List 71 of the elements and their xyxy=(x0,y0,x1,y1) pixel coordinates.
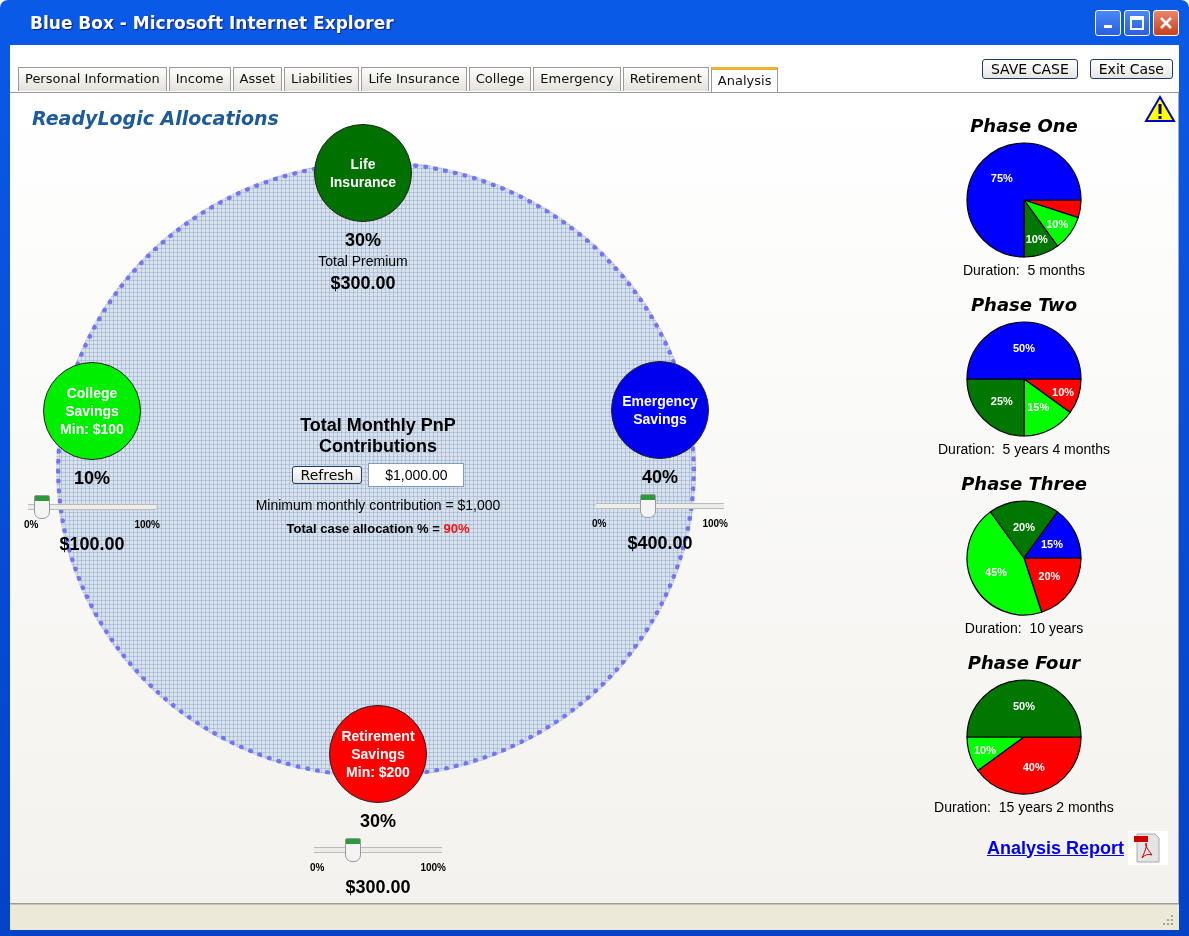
max-label: 100% xyxy=(134,519,160,530)
slice-label: 20% xyxy=(1038,570,1061,583)
phase-title: Phase One xyxy=(970,115,1078,136)
min-label: 0% xyxy=(310,862,325,873)
page-heading: ReadyLogic Allocations xyxy=(32,107,279,129)
refresh-button[interactable]: Refresh xyxy=(291,466,363,484)
amount-text: $300.00 xyxy=(345,877,411,898)
contribution-field[interactable]: $1,000.00 xyxy=(368,463,465,487)
slider-thumb[interactable] xyxy=(345,838,362,862)
amount-text: $100.00 xyxy=(59,534,125,555)
percent-text: 40% xyxy=(642,467,678,488)
tab[interactable]: Personal Information xyxy=(18,67,167,91)
slider-thumb[interactable] xyxy=(33,495,50,519)
warning-icon[interactable] xyxy=(1144,95,1176,123)
slider-track[interactable] xyxy=(28,495,156,519)
percent-text: 30% xyxy=(360,811,396,832)
slice-label: 10% xyxy=(973,743,996,756)
phase-title: Phase Four xyxy=(967,652,1081,673)
percent-text: 10% xyxy=(74,468,110,489)
slice-label: 10% xyxy=(1052,385,1075,398)
phase-title: Phase Three xyxy=(961,473,1087,494)
report-link[interactable]: Analysis Report xyxy=(986,837,1124,859)
minimum-text: Minimum monthly contribution = $1,000 xyxy=(255,497,501,513)
slice-label: 40% xyxy=(1022,760,1045,773)
min-label: 0% xyxy=(24,519,39,530)
duration-text: Duration: 5 years 4 months xyxy=(938,441,1110,457)
duration-text: Duration: 5 months xyxy=(962,262,1086,278)
close-icon xyxy=(1159,15,1173,30)
minimize-icon xyxy=(1104,25,1112,28)
resize-grip-icon[interactable] xyxy=(1161,913,1175,927)
allocation-text: Total case allocation % = 90% xyxy=(286,521,470,536)
contributions-title: Total Monthly PnP Contributions xyxy=(299,415,457,457)
slider-thumb[interactable] xyxy=(640,494,657,518)
slice-label: 10% xyxy=(1025,233,1048,246)
amount-text: $300.00 xyxy=(330,273,396,294)
tab[interactable]: Liabilities xyxy=(284,67,360,91)
amount-text: $400.00 xyxy=(627,533,693,554)
minimize-button[interactable] xyxy=(1095,9,1121,36)
slice-label: 45% xyxy=(985,566,1008,579)
tab[interactable]: Life Insurance xyxy=(361,67,467,91)
max-label: 100% xyxy=(702,518,728,529)
pdf-icon[interactable] xyxy=(1128,831,1168,865)
exit-button[interactable]: Exit Case xyxy=(1089,59,1173,79)
maximize-button[interactable] xyxy=(1124,9,1150,36)
slice-label: 25% xyxy=(990,395,1013,408)
slice-label: 75% xyxy=(990,171,1013,184)
tab[interactable]: Retirement xyxy=(622,67,709,91)
slider-track[interactable] xyxy=(596,494,724,518)
slice-label: 50% xyxy=(1012,699,1035,712)
slice-label: 10% xyxy=(1046,218,1069,231)
duration-text: Duration: 15 years 2 months xyxy=(934,799,1114,815)
tab[interactable]: Analysis xyxy=(710,67,779,93)
percent-text: 30% xyxy=(345,230,381,251)
maximize-icon xyxy=(1130,15,1144,30)
save-button[interactable]: SAVE CASE xyxy=(981,59,1078,79)
max-label: 100% xyxy=(420,862,446,873)
slice-label: 20% xyxy=(1012,520,1035,533)
tab[interactable]: Income xyxy=(168,67,231,91)
caption-text: Total Premium xyxy=(318,253,408,269)
close-button[interactable] xyxy=(1153,9,1179,36)
slice-label: 50% xyxy=(1012,341,1035,354)
allocation-node[interactable]: Life Insurance xyxy=(314,124,412,222)
slice-label: 15% xyxy=(1040,537,1063,550)
slice-label: 15% xyxy=(1027,400,1050,413)
tab[interactable]: Asset xyxy=(232,67,283,91)
tab[interactable]: Emergency xyxy=(533,67,621,91)
min-label: 0% xyxy=(592,518,607,529)
duration-text: Duration: 10 years xyxy=(964,620,1084,636)
tab[interactable]: College xyxy=(468,67,532,91)
window-title: Blue Box - Microsoft Internet Explorer xyxy=(30,12,394,33)
phase-title: Phase Two xyxy=(970,294,1078,315)
